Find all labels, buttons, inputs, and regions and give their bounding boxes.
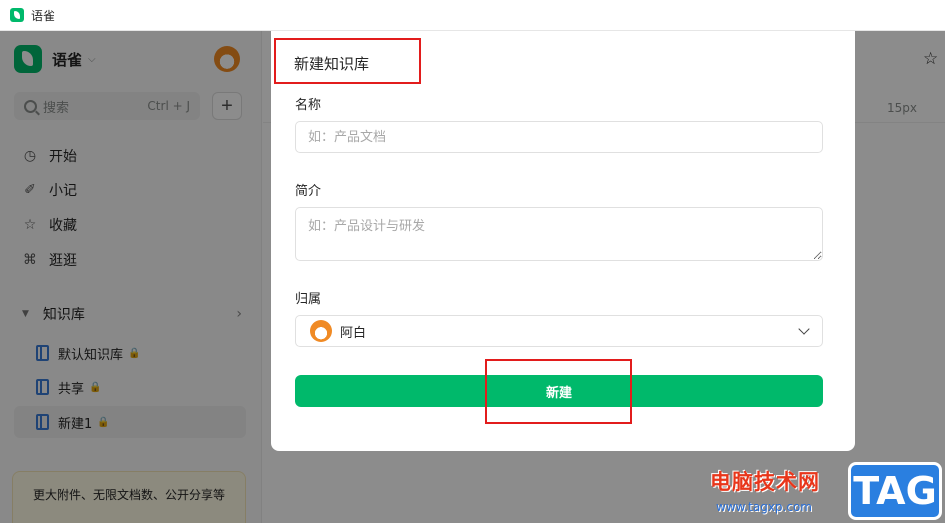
name-input[interactable] bbox=[295, 121, 823, 153]
window-title: 语雀 bbox=[31, 8, 56, 23]
highlight-box-button bbox=[485, 359, 632, 424]
name-label: 名称 bbox=[295, 98, 322, 113]
watermark-url: www.tagxp.com bbox=[716, 500, 812, 514]
owner-select[interactable]: 阿白 bbox=[295, 315, 823, 347]
owner-value: 阿白 bbox=[340, 325, 367, 341]
highlight-box-title bbox=[274, 38, 421, 84]
owner-avatar bbox=[310, 320, 332, 342]
chevron-down-icon bbox=[798, 323, 810, 335]
watermark-text: 电脑技术网 bbox=[710, 470, 820, 494]
app-logo-icon bbox=[10, 8, 24, 22]
window-titlebar: 语雀 bbox=[0, 0, 945, 31]
intro-label: 简介 bbox=[295, 184, 322, 199]
intro-textarea[interactable] bbox=[295, 207, 823, 261]
owner-label: 归属 bbox=[295, 292, 322, 307]
watermark: 电脑技术网 www.tagxp.com TAG bbox=[708, 460, 945, 523]
watermark-tag-logo: TAG bbox=[848, 462, 942, 520]
